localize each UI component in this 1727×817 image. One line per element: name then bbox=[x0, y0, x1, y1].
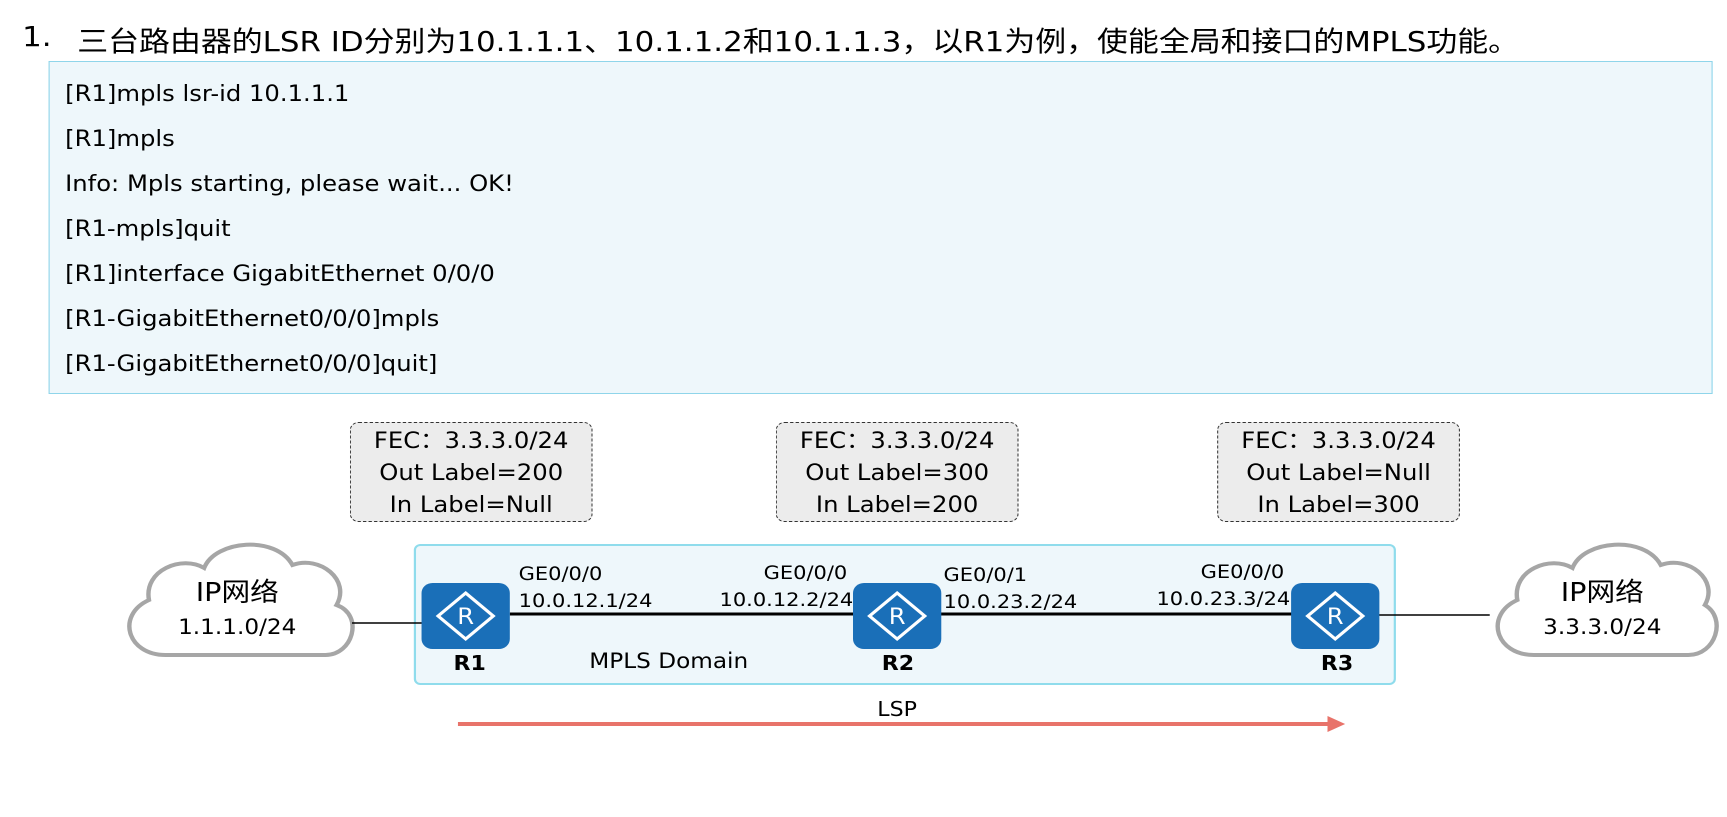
r2-ip-right-label: 10.0.23.2/24 bbox=[943, 591, 1078, 613]
mpls-domain-label: MPLS Domain bbox=[589, 649, 749, 673]
cloud-right-subnet: 3.3.3.0/24 bbox=[1543, 615, 1661, 640]
router-r2-icon: R bbox=[853, 583, 942, 649]
r3-ip-label: 10.0.23.3/24 bbox=[1156, 588, 1291, 610]
r2-interface-right-label: GE0/0/1 bbox=[943, 564, 1028, 586]
cloud-left-title: IP网络 bbox=[196, 578, 279, 607]
r1-interface-label: GE0/0/0 bbox=[518, 563, 603, 585]
router-r3-label: R3 bbox=[1320, 651, 1354, 675]
lsp-label: LSP bbox=[877, 697, 917, 721]
router-r1-icon: R bbox=[421, 583, 510, 649]
router-r1-label: R1 bbox=[453, 651, 486, 675]
cloud-right-title: IP网络 bbox=[1561, 578, 1644, 607]
svg-text:R: R bbox=[457, 605, 474, 630]
r2-interface-left-label: GE0/0/0 bbox=[763, 562, 848, 584]
svg-text:R: R bbox=[1327, 605, 1344, 630]
cloud-left: IP网络 1.1.1.0/24 bbox=[127, 542, 355, 657]
r3-interface-label: GE0/0/0 bbox=[1200, 561, 1285, 583]
cloud-left-subnet: 1.1.1.0/24 bbox=[178, 615, 296, 640]
router-r3-icon: R bbox=[1291, 583, 1380, 649]
network-diagram: IP网络 1.1.1.0/24 IP网络 3.3.3.0/24 R R R bbox=[127, 542, 1719, 732]
r1-ip-label: 10.0.12.1/24 bbox=[518, 590, 653, 612]
r2-ip-left-label: 10.0.12.2/24 bbox=[719, 589, 854, 611]
router-r2-label: R2 bbox=[881, 651, 915, 675]
cloud-right: IP网络 3.3.3.0/24 bbox=[1495, 542, 1719, 657]
svg-text:R: R bbox=[889, 605, 906, 630]
